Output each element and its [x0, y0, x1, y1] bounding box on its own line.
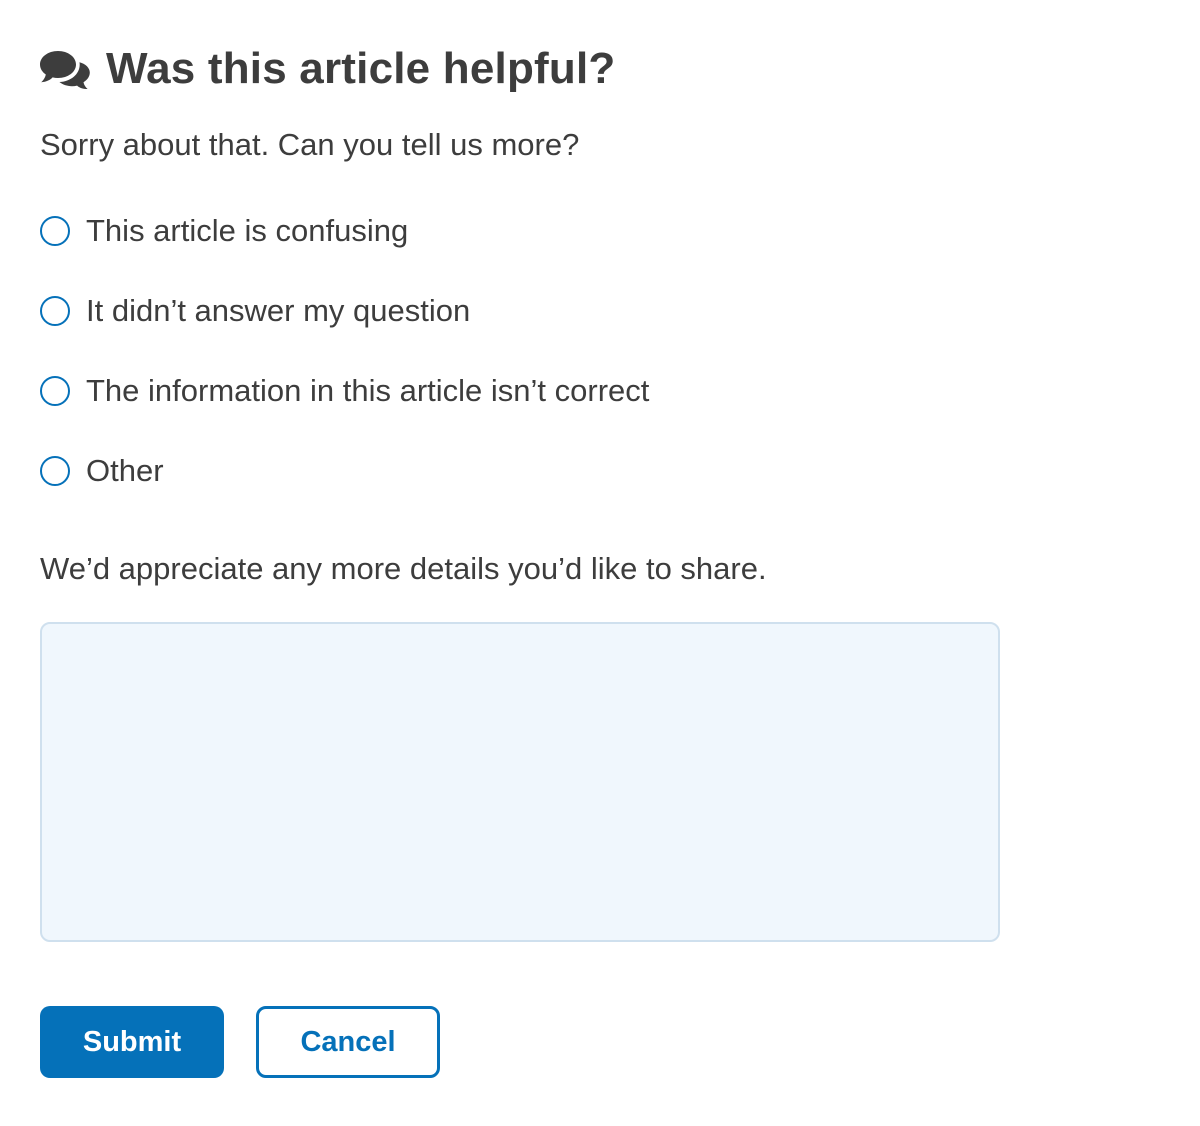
form-actions: Submit Cancel	[40, 1006, 440, 1078]
submit-button[interactable]: Submit	[40, 1006, 224, 1078]
option-label: Other	[86, 453, 164, 488]
option-confusing[interactable]: This article is confusing	[40, 207, 649, 255]
feedback-title: Was this article helpful?	[106, 44, 616, 93]
details-textarea[interactable]	[40, 622, 1000, 942]
option-label: The information in this article isn’t co…	[86, 373, 650, 408]
feedback-heading: Was this article helpful?	[40, 40, 615, 98]
details-label: We’d appreciate any more details you’d l…	[40, 551, 767, 586]
radio-button[interactable]	[40, 296, 70, 326]
radio-button[interactable]	[40, 456, 70, 486]
option-other[interactable]: Other	[40, 447, 649, 495]
feedback-options: This article is confusing It didn’t answ…	[40, 207, 649, 527]
radio-button[interactable]	[40, 216, 70, 246]
feedback-prompt: Sorry about that. Can you tell us more?	[40, 127, 580, 162]
option-label: It didn’t answer my question	[86, 293, 471, 328]
comments-icon	[40, 49, 90, 89]
option-didnt-answer[interactable]: It didn’t answer my question	[40, 287, 649, 335]
option-incorrect[interactable]: The information in this article isn’t co…	[40, 367, 649, 415]
cancel-button[interactable]: Cancel	[256, 1006, 440, 1078]
option-label: This article is confusing	[86, 213, 409, 248]
radio-button[interactable]	[40, 376, 70, 406]
